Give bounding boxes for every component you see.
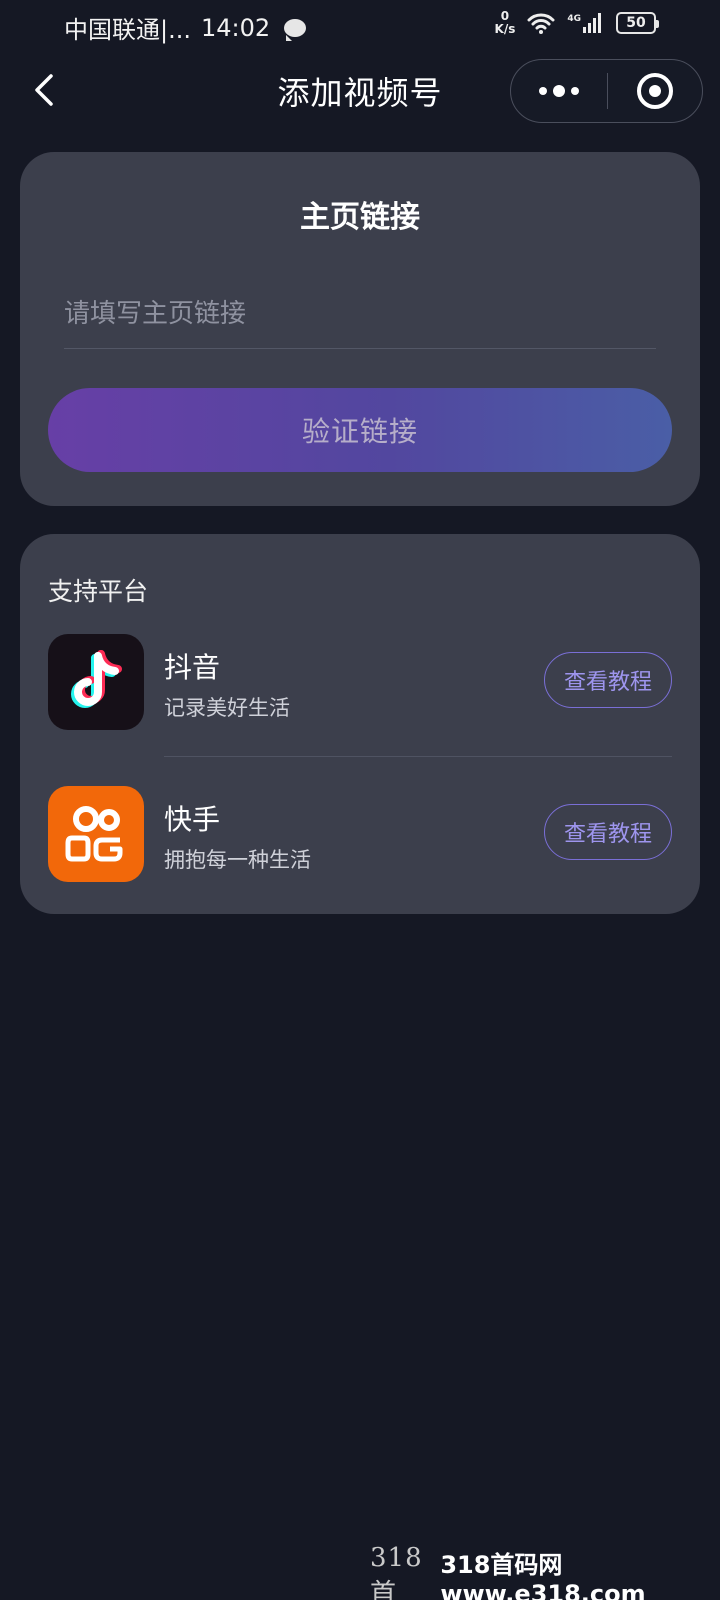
cellular-signal: 4G xyxy=(567,12,604,34)
close-mini-program-button[interactable] xyxy=(608,60,702,122)
platform-desc: 记录美好生活 xyxy=(164,696,290,720)
input-underline xyxy=(64,348,656,349)
network-speed: 0 K/s xyxy=(495,10,516,36)
platform-row-douyin: 抖音 记录美好生活 查看教程 xyxy=(48,634,672,730)
status-right: 0 K/s 4G 50 xyxy=(495,10,659,36)
watermark: 318首 318首码网 www.e318.com xyxy=(370,1543,720,1600)
more-icon-dot xyxy=(571,87,579,95)
carrier-label: 中国联通|... xyxy=(64,16,191,44)
target-icon xyxy=(637,73,673,109)
card-title: 主页链接 xyxy=(300,200,420,235)
homepage-link-card: 主页链接 验证链接 xyxy=(20,152,700,506)
status-left: 中国联通|... 14:02 xyxy=(64,10,307,45)
status-bar: 中国联通|... 14:02 0 K/s 4G 50 xyxy=(0,0,720,50)
platform-name: 快手 xyxy=(164,803,221,836)
battery-icon: 50 xyxy=(616,12,659,34)
kuaishou-icon xyxy=(48,786,144,882)
platform-name: 抖音 xyxy=(164,651,221,684)
watermark-text: 318首 xyxy=(370,1542,423,1600)
view-tutorial-button-douyin[interactable]: 查看教程 xyxy=(544,652,672,708)
more-icon-dot xyxy=(553,85,565,97)
homepage-link-input[interactable] xyxy=(64,284,656,344)
more-icon xyxy=(539,87,547,95)
signal-bars-icon xyxy=(582,12,604,34)
douyin-icon xyxy=(48,634,144,730)
mini-program-capsule xyxy=(510,59,703,123)
verify-link-button[interactable]: 验证链接 xyxy=(48,388,672,472)
battery-level: 50 xyxy=(626,15,646,31)
clock: 14:02 xyxy=(200,13,271,42)
watermark-site: 318首码网 www.e318.com xyxy=(440,1550,646,1600)
row-divider xyxy=(164,756,672,757)
wifi-icon xyxy=(527,12,555,34)
more-button[interactable] xyxy=(511,60,607,122)
network-type-label: 4G xyxy=(567,14,581,24)
net-speed-unit: K/s xyxy=(494,22,516,36)
view-tutorial-button-kuaishou[interactable]: 查看教程 xyxy=(544,804,672,860)
section-title: 支持平台 xyxy=(48,577,149,606)
supported-platforms-card: 支持平台 抖音 记录美好生活 查看教程 快手 拥抱每一种生活 查看教程 xyxy=(20,534,700,914)
platform-row-kuaishou: 快手 拥抱每一种生活 查看教程 xyxy=(48,786,672,882)
message-icon xyxy=(284,18,307,41)
target-icon-dot xyxy=(649,85,661,97)
platform-desc: 拥抱每一种生活 xyxy=(164,848,311,872)
